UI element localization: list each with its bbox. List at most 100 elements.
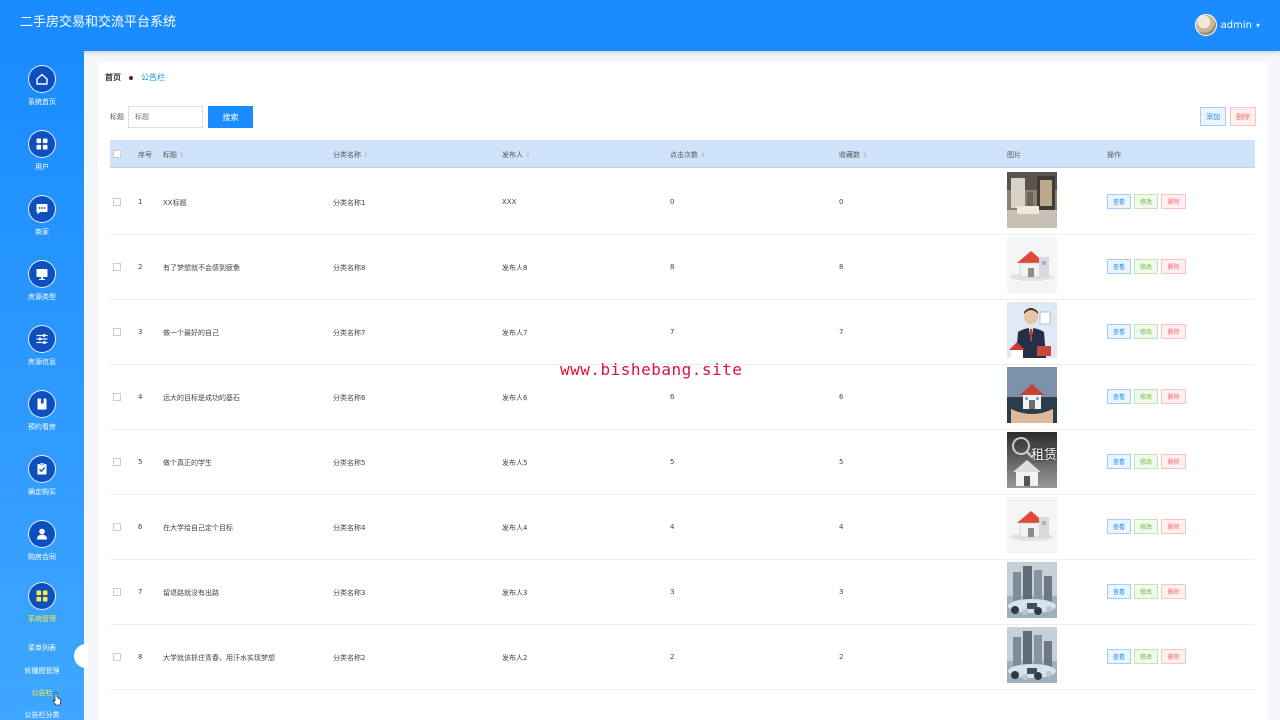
sidebar-item-label: 确定购买: [28, 488, 56, 496]
row-thumbnail: [1007, 627, 1057, 683]
sidebar-subitem-menu-list[interactable]: 菜单列表: [0, 643, 84, 653]
cell-publisher: XXX: [502, 198, 517, 206]
batch-delete-button[interactable]: 删除: [1230, 107, 1256, 126]
header-clicks[interactable]: 点击次数 ⇕: [670, 150, 705, 160]
delete-button[interactable]: 删除: [1161, 194, 1186, 209]
edit-button[interactable]: 修改: [1134, 454, 1158, 469]
sidebar-item-contract[interactable]: 购房合同: [0, 520, 84, 584]
row-checkbox[interactable]: [113, 263, 121, 271]
view-button[interactable]: 查看: [1107, 649, 1131, 664]
cell-publisher: 发布人8: [502, 264, 528, 272]
cell-title: 留退路就没有出路: [163, 589, 219, 597]
cell-favorites: 3: [839, 588, 844, 596]
sidebar-item-label: 房源信息: [28, 358, 56, 366]
user-menu[interactable]: admin ▾: [1194, 14, 1260, 36]
edit-button[interactable]: 修改: [1134, 519, 1158, 534]
sidebar-item-house-type[interactable]: 房源类型: [0, 260, 84, 324]
delete-button[interactable]: 删除: [1161, 324, 1186, 339]
delete-button[interactable]: 删除: [1161, 454, 1186, 469]
sort-icon[interactable]: ⇕: [179, 152, 184, 159]
cell-clicks: 5: [670, 458, 675, 466]
sidebar-item-house-info[interactable]: 房源信息: [0, 325, 84, 389]
grid-icon: [28, 582, 56, 610]
chat-icon: [28, 195, 56, 223]
table-row: 2 有了梦想就不会感到疲惫 分类名称8 发布人8 8 8 查看 修改 删除: [110, 235, 1255, 300]
sidebar-subitem-notice[interactable]: 公告栏: [0, 688, 84, 698]
row-checkbox[interactable]: [113, 653, 121, 661]
row-thumbnail: [1007, 497, 1057, 553]
username[interactable]: admin: [1221, 20, 1252, 31]
sidebar-item-merchant[interactable]: 商家: [0, 195, 84, 259]
sidebar-subitem-carousel[interactable]: 轮播图管理: [0, 666, 84, 676]
edit-button[interactable]: 修改: [1134, 649, 1158, 664]
search-input[interactable]: [128, 106, 203, 128]
delete-button[interactable]: 删除: [1161, 519, 1186, 534]
table-row: 5 做个真正的学生 分类名称5 发布人5 5 5 租赁 查看 修改 删除: [110, 430, 1255, 495]
search-label: 标题: [110, 113, 124, 121]
sidebar-collapse-handle[interactable]: [74, 644, 88, 668]
view-button[interactable]: 查看: [1107, 324, 1131, 339]
view-button[interactable]: 查看: [1107, 389, 1131, 404]
view-button[interactable]: 查看: [1107, 259, 1131, 274]
sidebar-item-label: 房源类型: [28, 293, 56, 301]
header-favorites[interactable]: 收藏数 ⇕: [839, 150, 867, 160]
sidebar-subitem-notice-category[interactable]: 公告栏分类: [0, 710, 84, 720]
chevron-down-icon[interactable]: ▾: [1256, 21, 1260, 30]
row-checkbox[interactable]: [113, 198, 121, 206]
delete-button[interactable]: 删除: [1161, 259, 1186, 274]
watermark: www.bishebang.site: [560, 360, 743, 379]
sidebar-item-appointment[interactable]: 预约看房: [0, 390, 84, 454]
sidebar-item-purchase[interactable]: 确定购买: [0, 455, 84, 519]
cell-favorites: 4: [839, 523, 844, 531]
row-checkbox[interactable]: [113, 588, 121, 596]
home-icon: [28, 65, 56, 93]
breadcrumb-current: 公告栏: [141, 73, 165, 82]
sort-icon[interactable]: ⇕: [862, 152, 867, 159]
row-checkbox[interactable]: [113, 328, 121, 336]
sidebar-item-system[interactable]: 系统管理: [0, 582, 84, 646]
header-publisher[interactable]: 发布人 ⇕: [502, 150, 530, 160]
cell-favorites: 2: [839, 653, 844, 661]
view-button[interactable]: 查看: [1107, 584, 1131, 599]
sidebar-item-users[interactable]: 用户: [0, 130, 84, 194]
row-checkbox[interactable]: [113, 458, 121, 466]
sidebar-item-label: 系统首页: [28, 98, 56, 106]
cell-publisher: 发布人5: [502, 459, 528, 467]
cell-publisher: 发布人4: [502, 524, 528, 532]
delete-button[interactable]: 删除: [1161, 389, 1186, 404]
header-index: 序号: [138, 151, 152, 159]
edit-button[interactable]: 修改: [1134, 324, 1158, 339]
select-all-checkbox[interactable]: [113, 150, 121, 158]
cell-publisher: 发布人7: [502, 329, 528, 337]
sidebar-item-label: 系统管理: [28, 615, 56, 623]
sort-icon[interactable]: ⇕: [700, 152, 705, 159]
search-button[interactable]: 搜索: [208, 106, 253, 128]
delete-button[interactable]: 删除: [1161, 584, 1186, 599]
cell-title: 有了梦想就不会感到疲惫: [163, 264, 240, 272]
header-actions: 操作: [1107, 151, 1121, 159]
edit-button[interactable]: 修改: [1134, 259, 1158, 274]
edit-button[interactable]: 修改: [1134, 194, 1158, 209]
cell-clicks: 0: [670, 198, 675, 206]
header-category[interactable]: 分类名称 ⇕: [333, 150, 368, 160]
sidebar-item-label: 商家: [35, 228, 49, 236]
row-checkbox[interactable]: [113, 523, 121, 531]
row-checkbox[interactable]: [113, 393, 121, 401]
sort-icon[interactable]: ⇕: [363, 152, 368, 159]
cell-publisher: 发布人2: [502, 654, 528, 662]
sort-icon[interactable]: ⇕: [525, 152, 530, 159]
sidebar-item-home[interactable]: 系统首页: [0, 65, 84, 129]
view-button[interactable]: 查看: [1107, 454, 1131, 469]
header-title[interactable]: 标题 ⇕: [163, 150, 184, 160]
row-thumbnail: [1007, 237, 1057, 293]
cell-title: XX标题: [163, 199, 187, 207]
breadcrumb-home[interactable]: 首页: [105, 72, 121, 83]
edit-button[interactable]: 修改: [1134, 584, 1158, 599]
add-button[interactable]: 添加: [1200, 107, 1226, 126]
sidebar-item-label: 预约看房: [28, 423, 56, 431]
edit-button[interactable]: 修改: [1134, 389, 1158, 404]
view-button[interactable]: 查看: [1107, 519, 1131, 534]
avatar[interactable]: [1194, 14, 1217, 36]
view-button[interactable]: 查看: [1107, 194, 1131, 209]
delete-button[interactable]: 删除: [1161, 649, 1186, 664]
